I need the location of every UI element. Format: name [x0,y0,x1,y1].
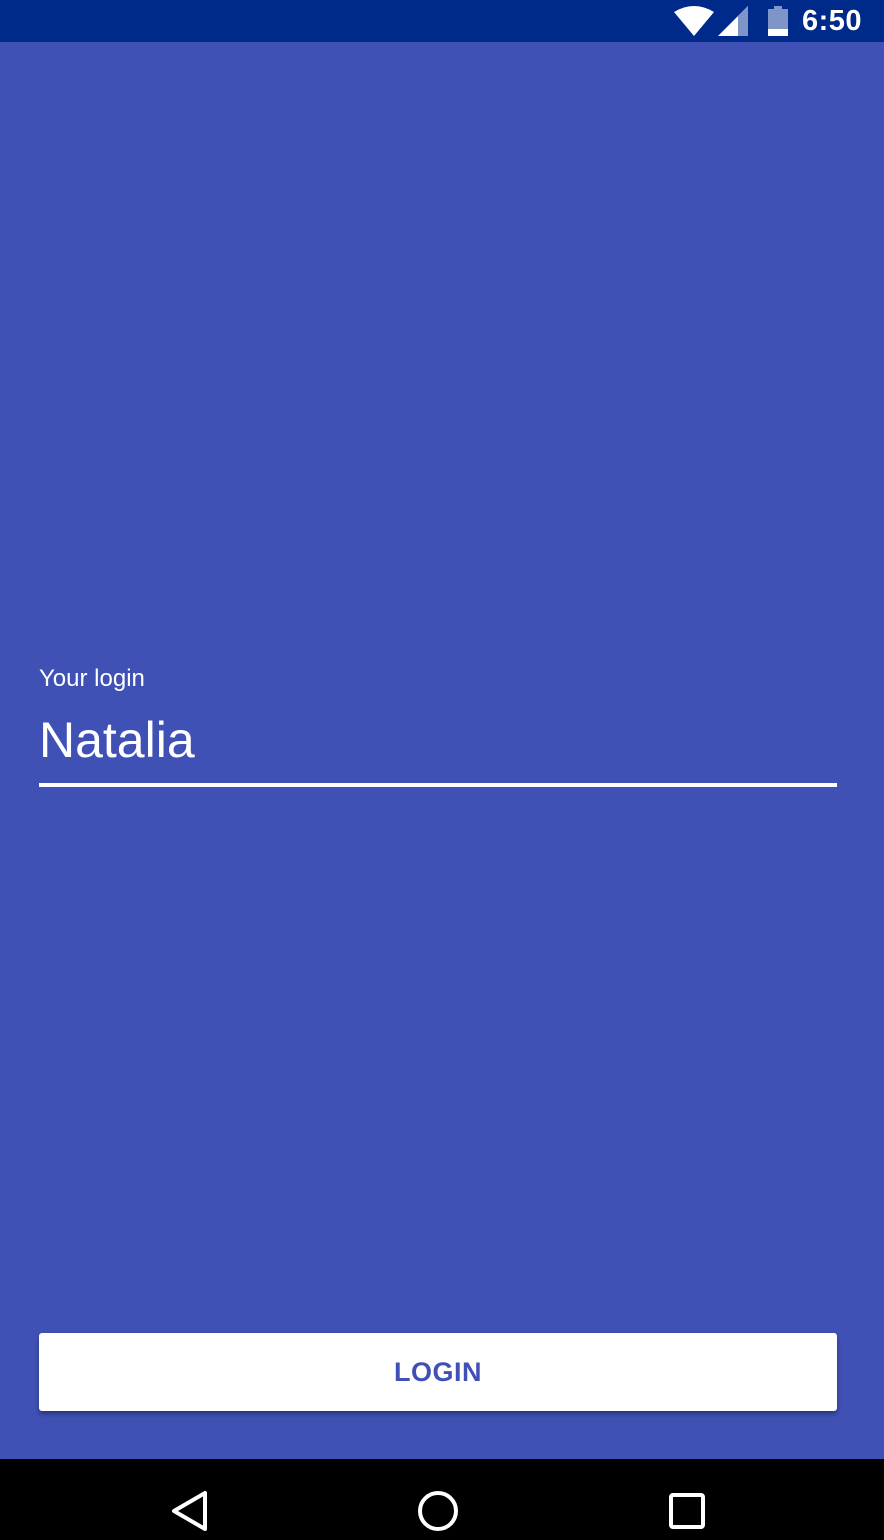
back-icon [172,1491,207,1531]
cellular-signal-icon [717,6,748,36]
status-bar: 6:50 [0,0,884,42]
recent-apps-icon [669,1493,705,1529]
navigation-bar [0,1459,884,1540]
status-time: 6:50 [801,4,862,37]
main-content: Your login LOGIN [0,42,884,1459]
login-button[interactable]: LOGIN [39,1333,837,1411]
recent-apps-button[interactable] [657,1489,717,1533]
login-input[interactable] [39,712,837,768]
back-button[interactable] [160,1489,220,1533]
login-label: Your login [39,665,145,692]
login-input-underline [39,783,837,787]
status-icons: 6:50 [673,0,862,42]
wifi-icon [673,6,714,36]
home-button[interactable] [408,1489,468,1533]
home-icon [418,1491,458,1531]
battery-icon [767,6,788,36]
login-screen: 6:50 Your login LOGIN [0,0,884,1540]
